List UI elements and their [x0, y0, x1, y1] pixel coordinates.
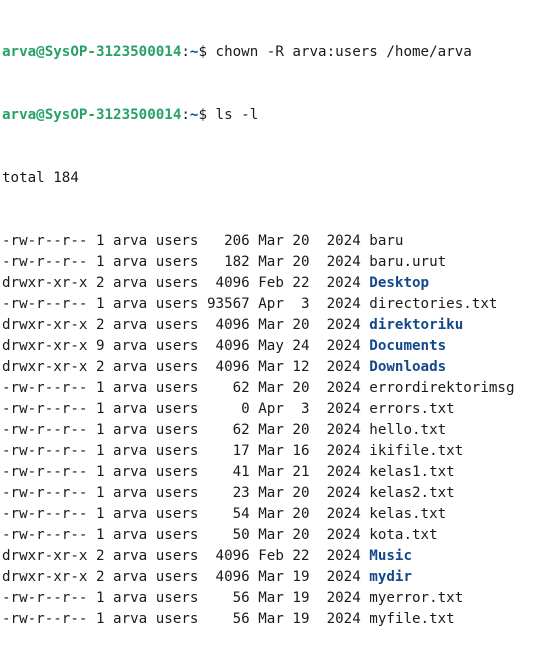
listing-row: -rw-r--r-- 1 arva users 62 Mar 20 2024 h…	[2, 420, 552, 441]
listing-row: -rw-r--r-- 1 arva users 93567 Apr 3 2024…	[2, 294, 552, 315]
listing-metadata: -rw-r--r-- 1 arva users 62 Mar 20 2024	[2, 422, 370, 438]
listing-row: drwxr-xr-x 2 arva users 4096 Mar 12 2024…	[2, 357, 552, 378]
command-line-ls: arva@SysOP-3123500014:~$ ls -l	[2, 105, 552, 126]
file-name: directories.txt	[369, 296, 498, 312]
listing-metadata: -rw-r--r-- 1 arva users 0 Apr 3 2024	[2, 401, 370, 417]
file-name: errordirektorimsg	[369, 380, 515, 396]
directory-name: Music	[369, 548, 413, 564]
file-name: kelas.txt	[369, 506, 447, 522]
listing-metadata: -rw-r--r-- 1 arva users 41 Mar 21 2024	[2, 464, 370, 480]
command-line-chown: arva@SysOP-3123500014:~$ chown -R arva:u…	[2, 42, 552, 63]
listing-metadata: -rw-r--r-- 1 arva users 17 Mar 16 2024	[2, 443, 370, 459]
prompt-separator: :	[181, 107, 190, 123]
listing-row: -rw-r--r-- 1 arva users 23 Mar 20 2024 k…	[2, 483, 552, 504]
ls-listing: -rw-r--r-- 1 arva users 206 Mar 20 2024 …	[2, 231, 552, 630]
total-line: total 184	[2, 170, 79, 186]
prompt-symbol: $	[198, 107, 208, 123]
file-name: kota.txt	[369, 527, 438, 543]
file-name: baru.urut	[369, 254, 447, 270]
listing-row: -rw-r--r-- 1 arva users 0 Apr 3 2024 err…	[2, 399, 552, 420]
file-name: kelas1.txt	[369, 464, 455, 480]
listing-metadata: drwxr-xr-x 2 arva users 4096 Feb 22 2024	[2, 548, 370, 564]
listing-row: -rw-r--r-- 1 arva users 62 Mar 20 2024 e…	[2, 378, 552, 399]
listing-metadata: drwxr-xr-x 2 arva users 4096 Feb 22 2024	[2, 275, 370, 291]
directory-name: mydir	[369, 569, 413, 585]
listing-row: -rw-r--r-- 1 arva users 50 Mar 20 2024 k…	[2, 525, 552, 546]
listing-metadata: -rw-r--r-- 1 arva users 50 Mar 20 2024	[2, 527, 370, 543]
listing-metadata: -rw-r--r-- 1 arva users 62 Mar 20 2024	[2, 380, 370, 396]
prompt-symbol: $	[198, 44, 208, 60]
listing-metadata: -rw-r--r-- 1 arva users 23 Mar 20 2024	[2, 485, 370, 501]
listing-metadata: -rw-r--r-- 1 arva users 56 Mar 19 2024	[2, 611, 370, 627]
listing-metadata: -rw-r--r-- 1 arva users 93567 Apr 3 2024	[2, 296, 370, 312]
prompt-user-host: arva@SysOP-3123500014	[2, 107, 182, 123]
file-name: myfile.txt	[369, 611, 455, 627]
listing-row: -rw-r--r-- 1 arva users 182 Mar 20 2024 …	[2, 252, 552, 273]
listing-row: -rw-r--r-- 1 arva users 54 Mar 20 2024 k…	[2, 504, 552, 525]
listing-metadata: -rw-r--r-- 1 arva users 206 Mar 20 2024	[2, 233, 370, 249]
listing-row: drwxr-xr-x 2 arva users 4096 Feb 22 2024…	[2, 546, 552, 567]
listing-metadata: -rw-r--r-- 1 arva users 54 Mar 20 2024	[2, 506, 370, 522]
directory-name: Downloads	[369, 359, 447, 375]
prompt-separator: :	[181, 44, 190, 60]
listing-metadata: drwxr-xr-x 2 arva users 4096 Mar 20 2024	[2, 317, 370, 333]
file-name: hello.txt	[369, 422, 447, 438]
terminal-window[interactable]: arva@SysOP-3123500014:~$ chown -R arva:u…	[0, 0, 552, 627]
directory-name: direktoriku	[369, 317, 464, 333]
listing-metadata: drwxr-xr-x 2 arva users 4096 Mar 19 2024	[2, 569, 370, 585]
listing-metadata: -rw-r--r-- 1 arva users 56 Mar 19 2024	[2, 590, 370, 606]
command-text: ls -l	[207, 107, 259, 123]
listing-metadata: drwxr-xr-x 9 arva users 4096 May 24 2024	[2, 338, 370, 354]
listing-row: drwxr-xr-x 9 arva users 4096 May 24 2024…	[2, 336, 552, 357]
file-name: ikifile.txt	[369, 443, 464, 459]
listing-metadata: -rw-r--r-- 1 arva users 182 Mar 20 2024	[2, 254, 370, 270]
listing-metadata: drwxr-xr-x 2 arva users 4096 Mar 12 2024	[2, 359, 370, 375]
prompt-user-host: arva@SysOP-3123500014	[2, 44, 182, 60]
listing-row: drwxr-xr-x 2 arva users 4096 Mar 20 2024…	[2, 315, 552, 336]
file-name: myerror.txt	[369, 590, 464, 606]
listing-row: -rw-r--r-- 1 arva users 56 Mar 19 2024 m…	[2, 588, 552, 609]
listing-row: -rw-r--r-- 1 arva users 206 Mar 20 2024 …	[2, 231, 552, 252]
directory-name: Desktop	[369, 275, 430, 291]
listing-row: drwxr-xr-x 2 arva users 4096 Feb 22 2024…	[2, 273, 552, 294]
listing-row: drwxr-xr-x 2 arva users 4096 Mar 19 2024…	[2, 567, 552, 588]
listing-row: -rw-r--r-- 1 arva users 56 Mar 19 2024 m…	[2, 609, 552, 630]
listing-row: -rw-r--r-- 1 arva users 41 Mar 21 2024 k…	[2, 462, 552, 483]
directory-name: Documents	[369, 338, 447, 354]
command-text: chown -R arva:users /home/arva	[207, 44, 472, 60]
file-name: kelas2.txt	[369, 485, 455, 501]
file-name: baru	[369, 233, 404, 249]
file-name: errors.txt	[369, 401, 455, 417]
